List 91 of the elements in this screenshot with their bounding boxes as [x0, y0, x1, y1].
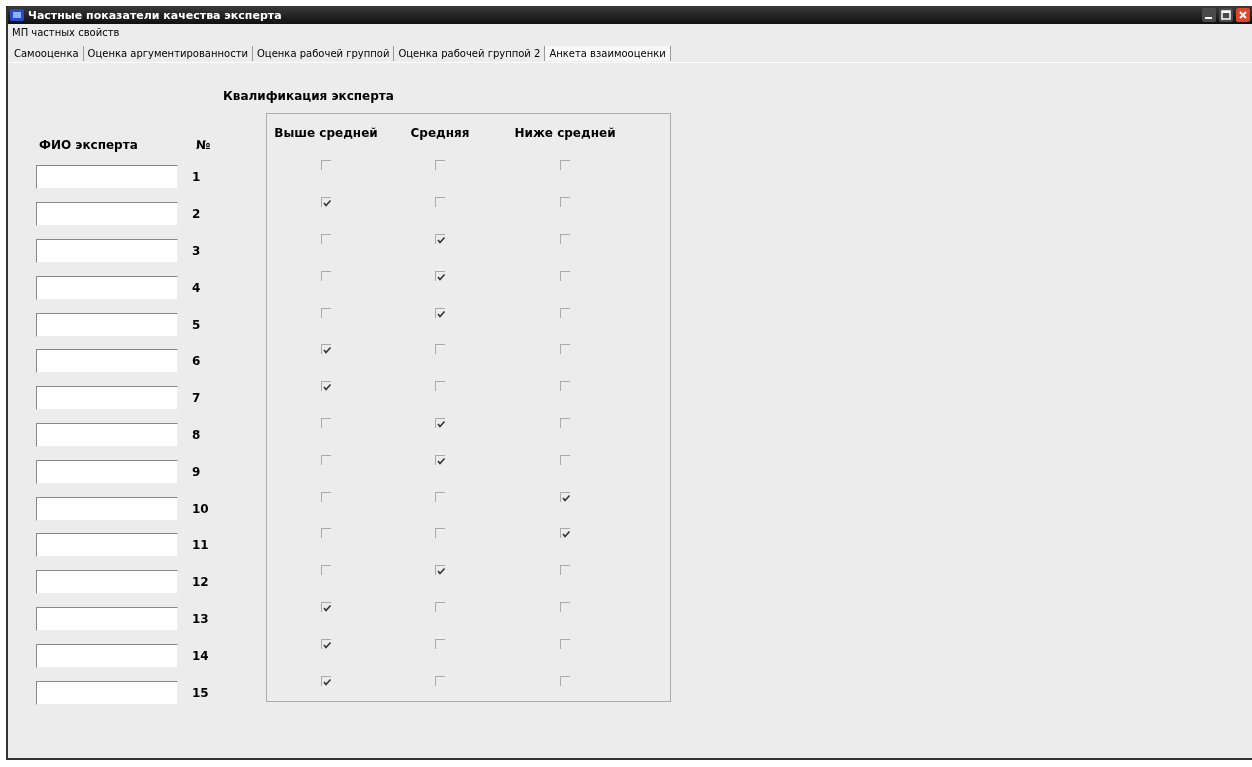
- checkbox[interactable]: [560, 307, 570, 318]
- checkbox[interactable]: [560, 491, 570, 502]
- checkbox[interactable]: [560, 454, 570, 465]
- checkbox[interactable]: [321, 160, 331, 171]
- checkbox[interactable]: [321, 381, 331, 392]
- checkbox[interactable]: [560, 344, 570, 355]
- checkbox[interactable]: [435, 528, 445, 539]
- name-field[interactable]: [36, 312, 178, 337]
- name-field[interactable]: [36, 496, 178, 521]
- checkbox[interactable]: [321, 454, 331, 465]
- name-field[interactable]: [36, 570, 178, 595]
- column-header: Ниже средней: [513, 126, 617, 140]
- row-number: 6: [192, 354, 201, 369]
- name-field[interactable]: [36, 680, 178, 705]
- row-number: 13: [192, 611, 209, 626]
- checkbox[interactable]: [560, 234, 570, 244]
- checkbox[interactable]: [560, 528, 570, 539]
- checkbox[interactable]: [435, 197, 445, 208]
- row-number: 15: [192, 685, 209, 700]
- menu-item[interactable]: МП частных свойств: [10, 26, 122, 38]
- app-icon: [10, 9, 24, 21]
- row-number: 8: [192, 427, 201, 442]
- checkbox[interactable]: [435, 454, 445, 465]
- name-field[interactable]: [36, 349, 178, 374]
- column-header: №: [196, 138, 211, 152]
- row-number: 3: [192, 244, 201, 258]
- checkbox[interactable]: [435, 160, 445, 171]
- checkbox[interactable]: [560, 381, 570, 392]
- checkbox[interactable]: [321, 344, 331, 355]
- checkbox[interactable]: [321, 528, 331, 539]
- checkbox[interactable]: [321, 307, 331, 318]
- section-heading: Квалификация эксперта: [223, 89, 395, 105]
- close-button[interactable]: [1236, 8, 1250, 22]
- maximize-button[interactable]: [1219, 8, 1233, 22]
- tab[interactable]: Самооценка: [10, 45, 84, 61]
- checkbox[interactable]: [435, 601, 445, 612]
- column-header: Средняя: [409, 126, 471, 140]
- row-number: 11: [192, 538, 209, 553]
- checkbox[interactable]: [435, 565, 445, 576]
- checkbox[interactable]: [321, 491, 331, 502]
- row-number: 14: [192, 648, 209, 663]
- checkbox[interactable]: [435, 307, 445, 318]
- tab[interactable]: Оценка аргументированности: [83, 45, 253, 61]
- checkbox[interactable]: [560, 270, 570, 281]
- checkbox[interactable]: [560, 197, 570, 208]
- checkbox[interactable]: [321, 675, 331, 686]
- minimize-button[interactable]: [1202, 8, 1216, 22]
- row-number: 5: [192, 317, 201, 332]
- checkbox[interactable]: [435, 638, 445, 649]
- name-field[interactable]: [36, 422, 178, 447]
- window-title: Частные показатели качества эксперта: [28, 8, 283, 22]
- name-field[interactable]: [36, 533, 178, 558]
- checkbox[interactable]: [321, 197, 331, 208]
- checkbox[interactable]: [435, 491, 445, 502]
- checkbox[interactable]: [321, 417, 331, 428]
- tab[interactable]: Анкета взаимооценки: [545, 45, 671, 61]
- checkbox[interactable]: [435, 417, 445, 428]
- checkbox[interactable]: [321, 270, 331, 281]
- row-number: 7: [192, 391, 201, 406]
- checkbox[interactable]: [321, 234, 331, 244]
- checkbox[interactable]: [560, 601, 570, 612]
- checkbox[interactable]: [435, 675, 445, 686]
- column-header: ФИО эксперта: [38, 138, 139, 152]
- row-number: 2: [192, 207, 201, 222]
- checkbox[interactable]: [435, 344, 445, 355]
- checkbox[interactable]: [321, 565, 331, 576]
- checkbox[interactable]: [560, 565, 570, 576]
- row-number: 4: [192, 280, 201, 295]
- row-number: 10: [192, 501, 209, 516]
- name-field[interactable]: [36, 165, 178, 190]
- name-field[interactable]: [36, 202, 178, 227]
- column-header: Выше средней: [273, 126, 379, 140]
- name-field[interactable]: [36, 386, 178, 411]
- name-field[interactable]: [36, 275, 178, 300]
- name-field[interactable]: [36, 643, 178, 668]
- row-number: 12: [192, 575, 209, 590]
- tab[interactable]: Оценка рабочей группой: [253, 45, 395, 61]
- name-field[interactable]: [36, 239, 178, 263]
- checkbox[interactable]: [435, 270, 445, 281]
- checkbox[interactable]: [435, 381, 445, 392]
- name-field[interactable]: [36, 606, 178, 631]
- checkbox[interactable]: [560, 675, 570, 686]
- checkbox[interactable]: [560, 638, 570, 649]
- checkbox[interactable]: [435, 234, 445, 244]
- checkbox[interactable]: [321, 601, 331, 612]
- name-field[interactable]: [36, 459, 178, 484]
- checkbox[interactable]: [321, 638, 331, 649]
- row-number: 1: [192, 170, 201, 185]
- checkbox[interactable]: [560, 160, 570, 171]
- checkbox[interactable]: [560, 417, 570, 428]
- row-number: 9: [192, 464, 201, 479]
